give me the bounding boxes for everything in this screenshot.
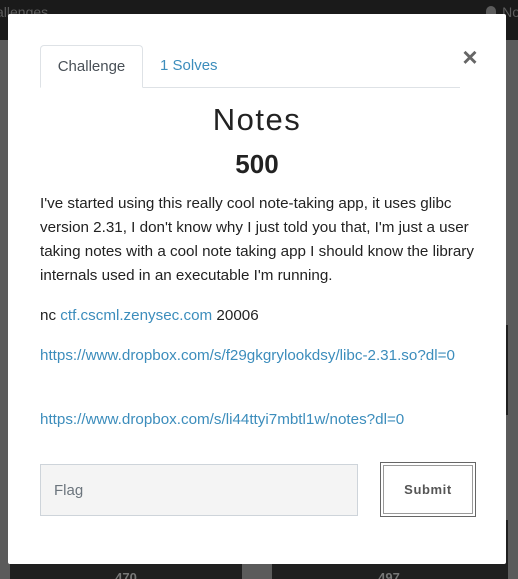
submit-button[interactable]: Submit bbox=[380, 462, 476, 517]
tile-points: 497 bbox=[378, 570, 400, 579]
close-button[interactable]: × bbox=[460, 44, 480, 70]
challenge-title: Notes bbox=[212, 102, 302, 137]
challenge-description: I've started using this really cool note… bbox=[40, 195, 474, 284]
tab-challenge[interactable]: Challenge bbox=[40, 45, 143, 88]
tab-solves[interactable]: 1 Solves bbox=[160, 45, 218, 88]
challenge-points: 500 bbox=[235, 149, 279, 179]
tile-points: 470 bbox=[115, 570, 137, 579]
challenge-tabs: Challenge 1 Solves bbox=[40, 45, 460, 88]
host-link[interactable]: ctf.cscml.zenysec.com bbox=[60, 307, 212, 324]
libc-download-link[interactable]: https://www.dropbox.com/s/f29gkgrylookds… bbox=[40, 344, 460, 368]
port-number: 20006 bbox=[216, 307, 259, 324]
nc-command: nc bbox=[40, 307, 57, 324]
notes-download-link[interactable]: https://www.dropbox.com/s/li44ttyi7mbtl1… bbox=[40, 408, 460, 432]
connection-info: nc ctf.cscml.zenysec.com 20006 bbox=[40, 304, 259, 328]
challenge-modal: × Challenge 1 Solves Notes 500 I've star… bbox=[8, 14, 506, 564]
flag-input[interactable] bbox=[40, 464, 358, 516]
